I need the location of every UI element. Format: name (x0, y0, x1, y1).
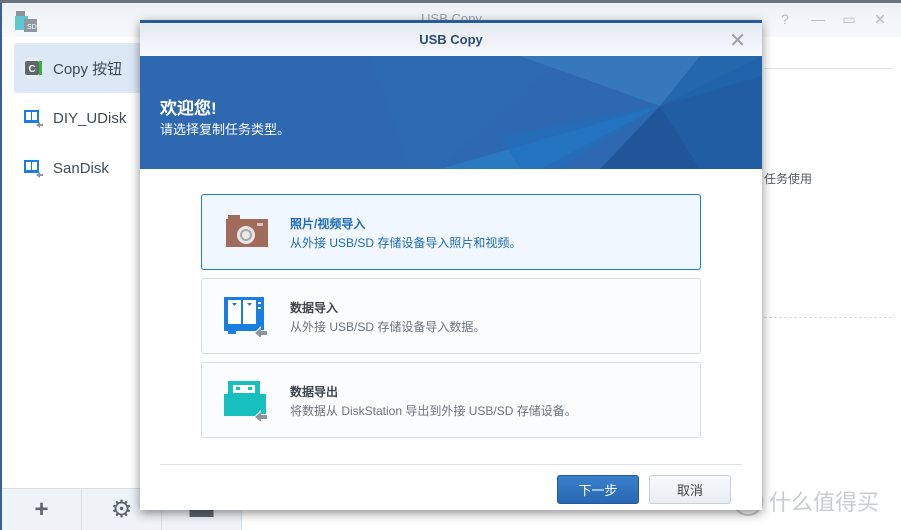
option-title: 照片/视频导入 (290, 217, 366, 231)
banner-title: 欢迎您! (160, 99, 217, 118)
banner-subtitle: 请选择复制任务类型。 (160, 122, 291, 137)
background-divider (764, 68, 892, 69)
close-icon[interactable]: ✕ (729, 28, 746, 53)
add-task-button[interactable]: + (2, 489, 82, 530)
usb-copy-wizard-dialog: USB Copy ✕ 欢迎您! 请选择复制任务类型。 照片/视频导入 从外接 U… (140, 20, 762, 510)
option-description: 将数据从 DiskStation 导出到外接 USB/SD 存储设备。 (290, 404, 577, 418)
data-export-icon (224, 381, 268, 424)
data-import-icon (224, 297, 268, 340)
option-title: 数据导出 (290, 385, 339, 399)
option-data-export[interactable]: 数据导出 将数据从 DiskStation 导出到外接 USB/SD 存储设备。 (201, 362, 701, 438)
option-description: 从外接 USB/SD 存储设备导入数据。 (290, 320, 486, 334)
dialog-title: USB Copy (419, 32, 483, 47)
dialog-header: USB Copy ✕ (140, 23, 762, 56)
background-dashed-divider (764, 317, 892, 318)
sidebar-item-label: SanDisk (53, 159, 109, 177)
sidebar-item-label: DIY_UDisk (53, 109, 127, 127)
cancel-button[interactable]: 取消 (649, 475, 731, 504)
sidebar-item-diy-udisk[interactable]: DIY_UDisk (14, 93, 144, 143)
copy-button-icon: C (22, 57, 44, 79)
background-text: 任务使用 (764, 172, 813, 186)
help-icon[interactable]: ? (775, 11, 795, 27)
option-description: 从外接 USB/SD 存储设备导入照片和视频。 (290, 236, 522, 250)
sidebar-item-label: Copy 按钮 (53, 60, 123, 78)
close-window-icon[interactable]: ✕ (870, 11, 890, 28)
banner-background-graphic (370, 56, 762, 169)
sidebar-item-copy-button[interactable]: C Copy 按钮 (14, 43, 144, 93)
welcome-banner: 欢迎您! 请选择复制任务类型。 (140, 56, 762, 169)
svg-text:C: C (29, 64, 36, 75)
watermark-text: 什么值得买 (769, 490, 880, 515)
next-button[interactable]: 下一步 (557, 475, 639, 504)
usb-import-icon (22, 157, 44, 179)
sidebar-item-sandisk[interactable]: SanDisk (14, 143, 144, 193)
camera-icon (224, 213, 268, 253)
option-photo-video-import[interactable]: 照片/视频导入 从外接 USB/SD 存储设备导入照片和视频。 (201, 194, 701, 270)
usb-import-icon (22, 107, 44, 129)
minimize-icon[interactable]: — (808, 11, 828, 27)
dialog-footer-divider (160, 464, 742, 465)
add-icon: + (34, 495, 49, 523)
gear-icon: ⚙ (110, 496, 133, 523)
option-title: 数据导入 (290, 301, 339, 315)
maximize-icon[interactable]: ▭ (839, 11, 859, 28)
option-data-import[interactable]: 数据导入 从外接 USB/SD 存储设备导入数据。 (201, 278, 701, 354)
